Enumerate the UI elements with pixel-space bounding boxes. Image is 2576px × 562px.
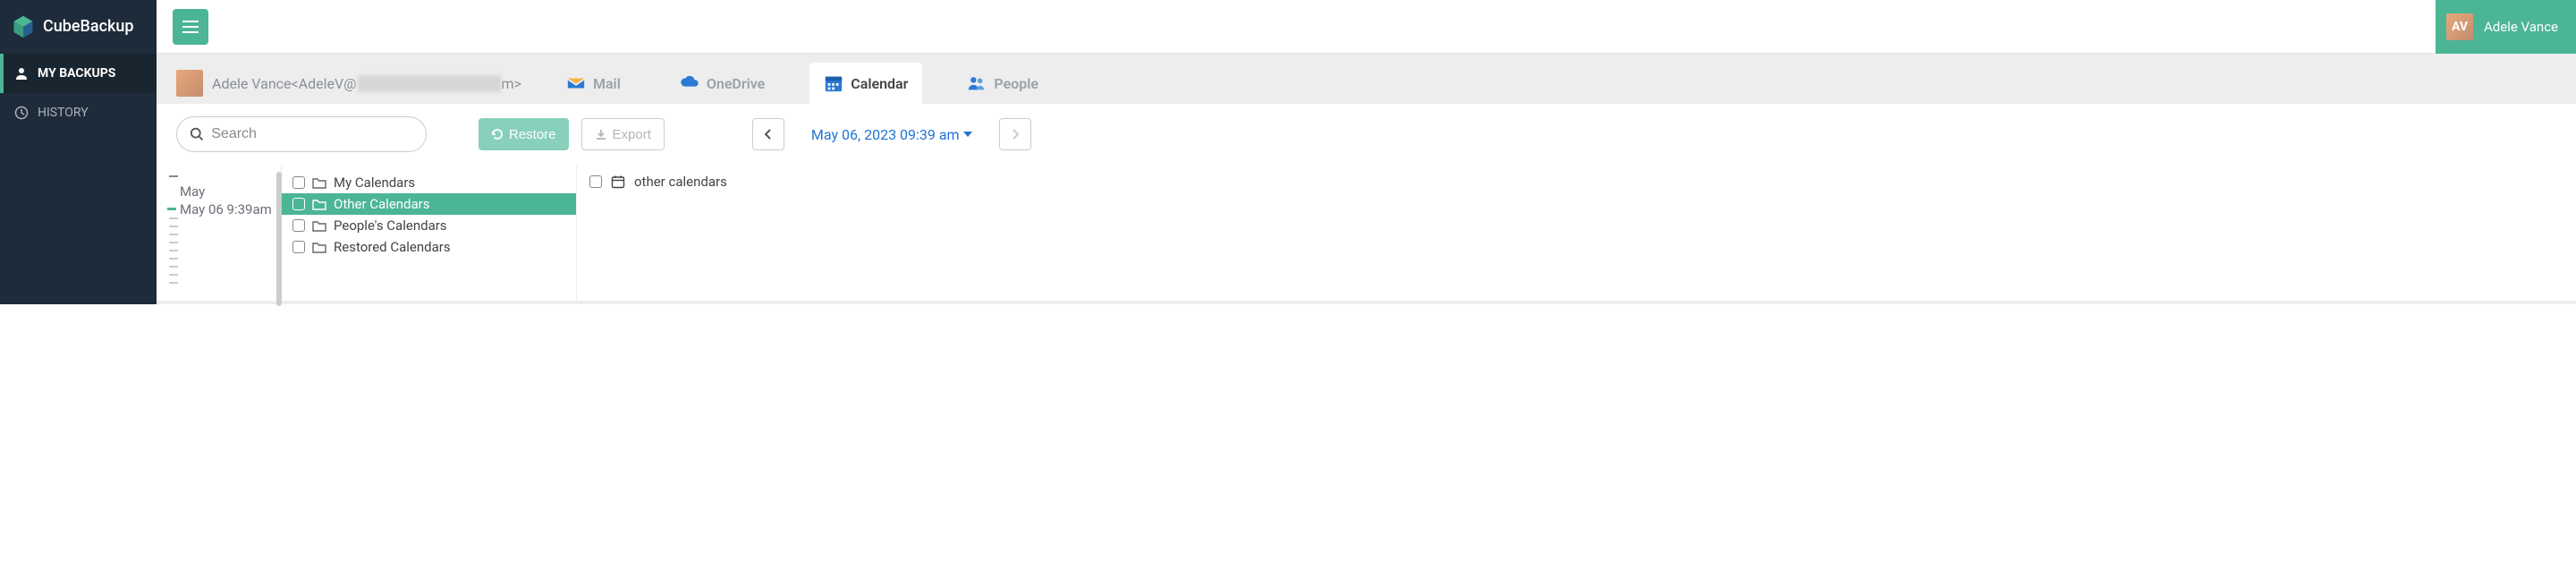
snapshot-date-picker[interactable]: May 06, 2023 09:39 am (797, 126, 987, 143)
sidebar-item-label: HISTORY (38, 106, 89, 120)
sidebar: MY BACKUPS HISTORY (0, 54, 157, 304)
tab-label: People (994, 75, 1038, 92)
breadcrumb-avatar (176, 70, 203, 97)
folder-icon (312, 219, 326, 232)
sidebar-item-my-backups[interactable]: MY BACKUPS (0, 54, 157, 93)
menu-toggle-button[interactable] (173, 9, 208, 45)
chevron-right-icon (1011, 128, 1020, 140)
tab-label: Mail (593, 75, 621, 92)
tab-calendar[interactable]: Calendar (809, 63, 922, 104)
search-icon (190, 126, 204, 142)
download-icon (595, 128, 607, 140)
tree-scrollbar[interactable] (276, 172, 282, 306)
current-user[interactable]: AV Adele Vance (2436, 0, 2576, 54)
user-icon (14, 66, 29, 81)
breadcrumb-email-suffix: m> (502, 75, 521, 92)
onedrive-icon (680, 73, 699, 93)
calendar-small-icon (611, 175, 625, 189)
user-avatar: AV (2446, 13, 2473, 40)
mail-icon (566, 73, 586, 93)
breadcrumb-name: Adele Vance (212, 75, 292, 92)
tab-mail[interactable]: Mail (552, 63, 635, 104)
search-box[interactable] (176, 116, 427, 152)
sidebar-item-label: MY BACKUPS (38, 66, 115, 81)
calendar-item[interactable]: other calendars (589, 174, 2563, 190)
checkbox[interactable] (292, 198, 305, 210)
calendar-folder-tree: My Calendars Other Calendars People's Ca… (282, 165, 577, 301)
snapshot-date-label: May 06, 2023 09:39 am (811, 126, 960, 143)
tree-item-label: Restored Calendars (334, 239, 451, 255)
tree-item-label: My Calendars (334, 175, 415, 191)
tree-item[interactable]: Restored Calendars (282, 236, 576, 258)
timeline-snapshot[interactable]: May 06 9:39am (180, 201, 274, 217)
timeline-panel: May May 06 9:39am (157, 165, 282, 301)
calendar-detail-panel: other calendars (577, 165, 2576, 301)
restore-icon (491, 128, 504, 140)
folder-icon (312, 198, 326, 210)
people-icon (967, 73, 987, 93)
brand-logo[interactable]: CubeBackup (0, 0, 157, 54)
tree-item[interactable]: Other Calendars (282, 193, 576, 215)
folder-icon (312, 241, 326, 253)
snapshot-next-button[interactable] (999, 118, 1031, 150)
tab-label: OneDrive (707, 75, 765, 92)
clock-icon (14, 106, 29, 120)
search-input[interactable] (211, 126, 413, 142)
tree-item-label: People's Calendars (334, 217, 447, 234)
caret-down-icon (963, 132, 972, 137)
restore-label: Restore (509, 127, 556, 142)
restore-button[interactable]: Restore (479, 118, 569, 150)
timeline-month: May (180, 183, 274, 200)
breadcrumb-user: Adele Vance <AdeleV@ xxxxxxxxxxxxxxx m> (176, 70, 521, 97)
checkbox[interactable] (589, 175, 602, 188)
user-name: Adele Vance (2484, 19, 2558, 35)
sidebar-item-history[interactable]: HISTORY (0, 93, 157, 132)
snapshot-prev-button[interactable] (752, 118, 784, 150)
export-label: Export (613, 127, 651, 142)
brand-name: CubeBackup (43, 17, 134, 36)
breadcrumb-email-prefix: <AdeleV@ (292, 75, 357, 92)
checkbox[interactable] (292, 241, 305, 253)
tab-onedrive[interactable]: OneDrive (665, 63, 779, 104)
calendar-icon (824, 73, 843, 93)
cube-logo-icon (11, 14, 36, 39)
tree-item-label: Other Calendars (334, 196, 430, 212)
tree-item[interactable]: My Calendars (282, 172, 576, 193)
folder-icon (312, 176, 326, 189)
hamburger-icon (182, 21, 199, 33)
checkbox[interactable] (292, 219, 305, 232)
tree-item[interactable]: People's Calendars (282, 215, 576, 236)
chevron-left-icon (764, 128, 773, 140)
calendar-item-label: other calendars (634, 174, 727, 190)
tab-people[interactable]: People (953, 63, 1053, 104)
checkbox[interactable] (292, 176, 305, 189)
breadcrumb-email-redacted: xxxxxxxxxxxxxxx (358, 75, 501, 92)
export-button[interactable]: Export (581, 118, 665, 150)
tab-label: Calendar (851, 75, 908, 92)
